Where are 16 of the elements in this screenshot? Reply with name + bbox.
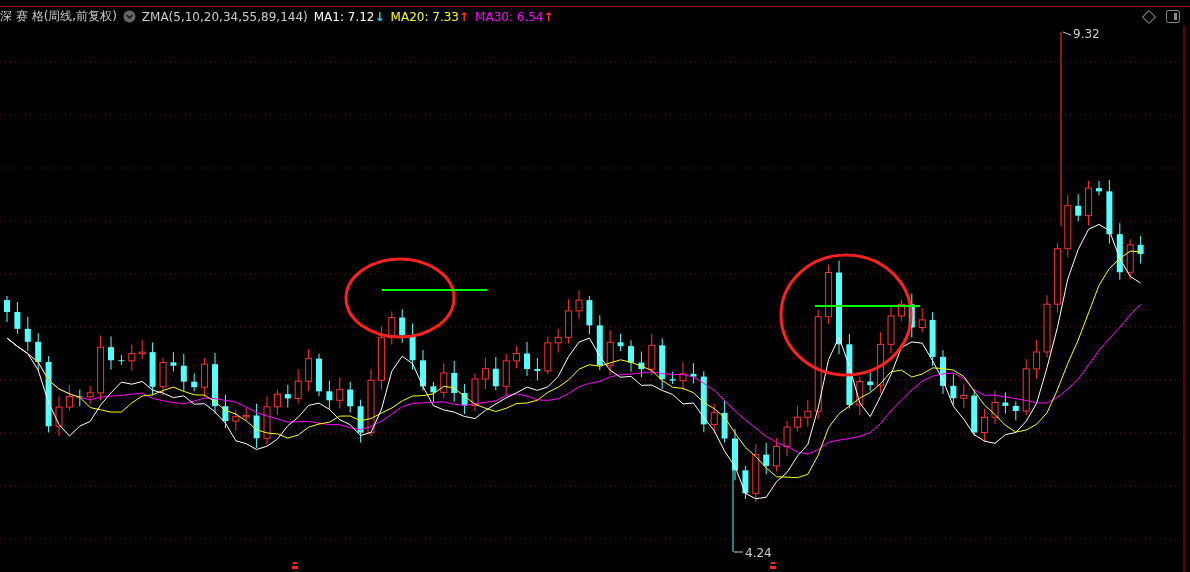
indicator-name: ZMA(5,10,20,34,55,89,144) [141,9,308,24]
moving-average-value: MA1: 7.12 [313,9,375,24]
marker-icon [292,562,298,569]
high-price-label: 9.32 [1073,27,1100,41]
trend-arrow: ↑ [459,9,470,24]
leader-line [733,551,744,553]
moving-average-value: MA20: 7.33 [390,9,459,24]
panel-toggle-icon[interactable] [1166,10,1180,23]
low-price-label: 4.24 [745,546,772,560]
leader-line [1062,31,1072,36]
trend-arrow: ↑ [543,9,554,24]
marker-icon [770,562,776,569]
moving-average-value: MA30: 6.54 [475,9,544,24]
dropdown-icon[interactable] [122,10,136,23]
stock-title: 深 赛 格(周线,前复权) [0,8,117,25]
trend-arrow: ↓ [374,9,385,24]
